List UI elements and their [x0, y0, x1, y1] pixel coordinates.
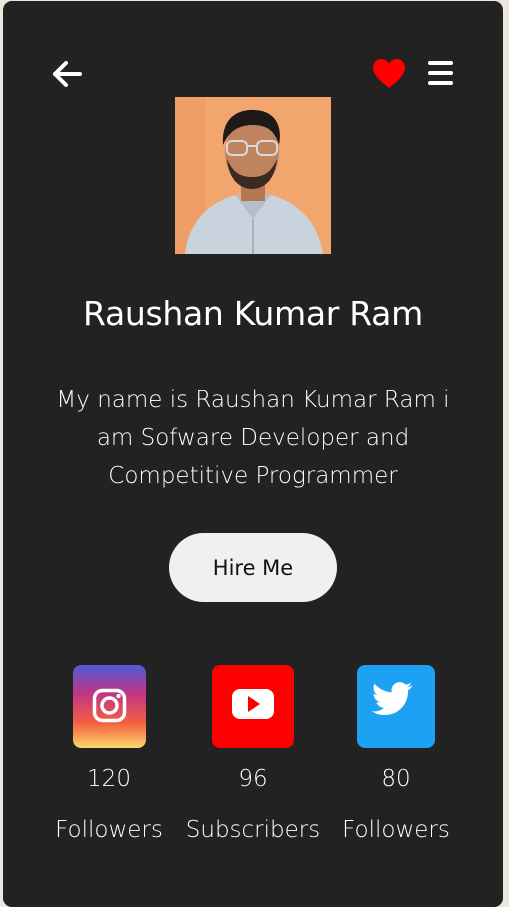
hire-me-button[interactable]: Hire Me	[169, 533, 337, 602]
follower-count: 80	[381, 766, 411, 792]
avatar	[175, 97, 331, 254]
subscriber-count: 96	[238, 766, 268, 792]
profile-bio: My name is Raushan Kumar Ram i am Sofwar…	[56, 387, 450, 489]
menu-bar	[428, 71, 453, 75]
social-youtube: 96 Subscribers	[180, 665, 326, 845]
back-arrow-icon[interactable]	[51, 59, 85, 89]
hamburger-menu-icon[interactable]	[426, 59, 456, 89]
instagram-icon[interactable]	[72, 665, 146, 748]
subscriber-label: Subscribers	[185, 817, 321, 843]
heart-icon[interactable]	[372, 58, 406, 90]
follower-label: Followers	[55, 817, 163, 843]
profile-name: Raushan Kumar Ram	[83, 294, 423, 333]
menu-bar	[428, 81, 453, 85]
follower-count: 120	[87, 766, 131, 792]
youtube-icon[interactable]	[212, 665, 294, 748]
social-instagram: 120 Followers	[48, 665, 170, 845]
follower-label: Followers	[342, 817, 450, 843]
menu-bar	[428, 61, 453, 65]
social-twitter: 80 Followers	[337, 665, 455, 845]
profile-card: Raushan Kumar Ram My name is Raushan Kum…	[3, 1, 503, 907]
twitter-icon[interactable]	[357, 665, 435, 748]
